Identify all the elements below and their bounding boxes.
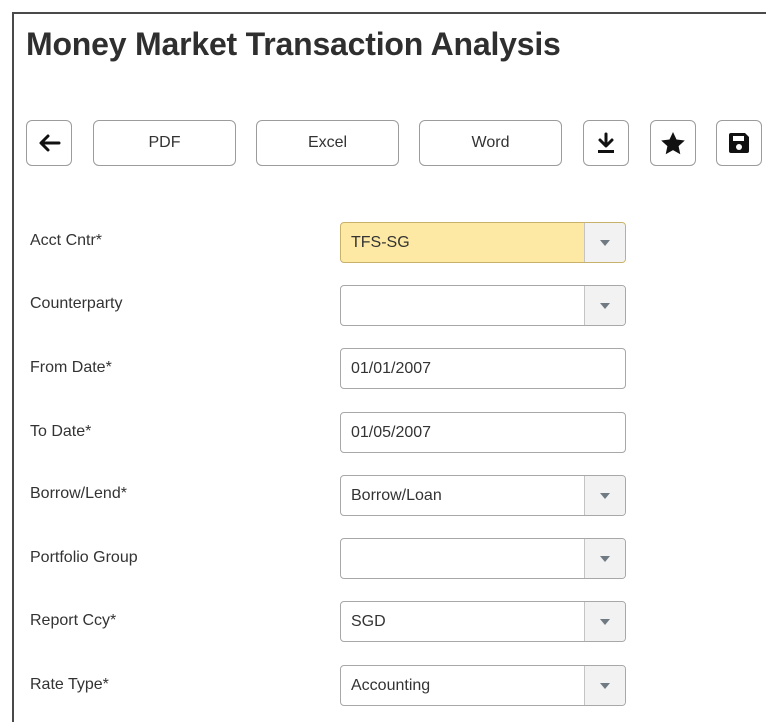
dropdown-toggle[interactable] [584,666,625,705]
acct-cntr-label: Acct Cntr* [30,232,103,249]
save-button[interactable] [716,120,762,166]
chevron-down-icon [600,239,610,246]
borrow-lend-select[interactable]: Borrow/Loan [340,475,626,516]
dropdown-toggle[interactable] [584,223,625,262]
chevron-down-icon [600,555,610,562]
dropdown-toggle[interactable] [584,539,625,578]
chevron-down-icon [600,492,610,499]
rate-type-value: Accounting [351,676,431,694]
to-date-label: To Date* [30,423,92,440]
to-date-input[interactable]: 01/05/2007 [340,412,626,453]
counterparty-select[interactable] [340,285,626,326]
dropdown-toggle[interactable] [584,602,625,641]
star-icon [660,131,686,155]
dropdown-toggle[interactable] [584,286,625,325]
counterparty-label: Counterparty [30,295,123,312]
borrow-lend-label: Borrow/Lend* [30,485,127,502]
chevron-down-icon [600,618,610,625]
report-ccy-label: Report Ccy* [30,612,117,629]
report-ccy-value: SGD [351,612,386,630]
chevron-down-icon [600,302,610,309]
from-date-input[interactable]: 01/01/2007 [340,348,626,389]
floppy-disk-icon [727,131,751,155]
rate-type-select[interactable]: Accounting [340,665,626,706]
back-button[interactable] [26,120,72,166]
acct-cntr-value: TFS-SG [351,233,410,251]
favorite-button[interactable] [650,120,696,166]
report-ccy-select[interactable]: SGD [340,601,626,642]
acct-cntr-select[interactable]: TFS-SG [340,222,626,263]
portfolio-group-select[interactable] [340,538,626,579]
page-title: Money Market Transaction Analysis [26,26,561,62]
pdf-button[interactable]: PDF [93,120,236,166]
portfolio-group-label: Portfolio Group [30,549,138,566]
download-icon [596,132,616,154]
from-date-label: From Date* [30,359,112,376]
chevron-down-icon [600,682,610,689]
rate-type-label: Rate Type* [30,676,109,693]
excel-button[interactable]: Excel [256,120,399,166]
borrow-lend-value: Borrow/Loan [351,486,442,504]
from-date-value: 01/01/2007 [351,359,432,377]
dropdown-toggle[interactable] [584,476,625,515]
to-date-value: 01/05/2007 [351,423,432,441]
download-button[interactable] [583,120,629,166]
arrow-left-icon [37,133,61,153]
word-button[interactable]: Word [419,120,562,166]
